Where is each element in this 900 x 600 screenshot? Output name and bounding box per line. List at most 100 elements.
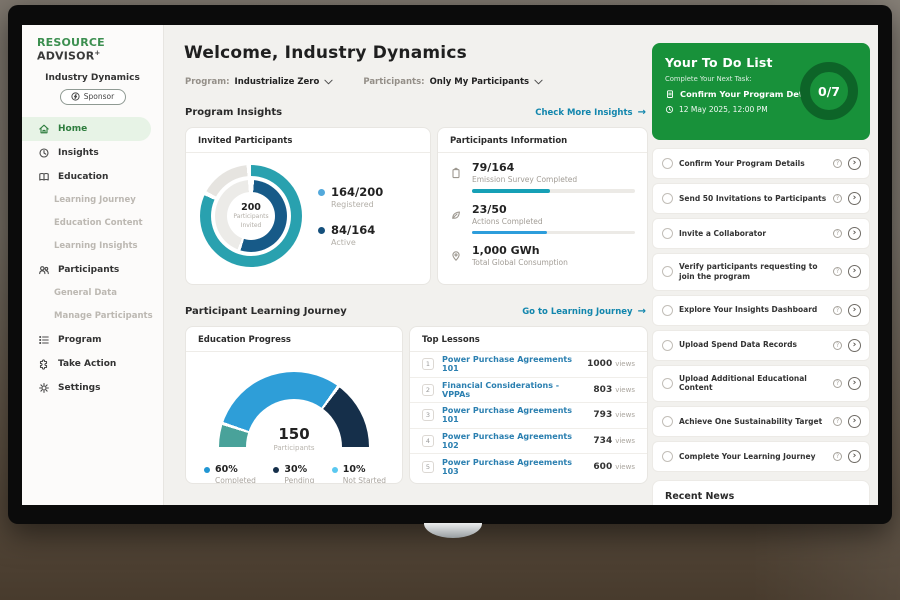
logo-resource: RESOURCE [37, 36, 105, 49]
todo-hero-card: Your To Do List Complete Your Next Task:… [652, 43, 870, 140]
top-lessons-title: Top Lessons [410, 327, 647, 352]
task-row-achieve-target[interactable]: Achieve One Sustainability Target [652, 406, 870, 437]
task-label[interactable]: Invite a Collaborator [679, 229, 827, 239]
home-icon [38, 123, 50, 135]
sidebar-item-settings[interactable]: Settings [22, 376, 163, 400]
sponsor-badge[interactable]: Sponsor [60, 89, 126, 105]
sidebar-item-insights[interactable]: Insights [22, 141, 163, 165]
chevron-right-circle-icon[interactable] [848, 415, 861, 428]
invited-legend: 164/200 Registered 84/164 Active [318, 185, 383, 247]
chevron-right-circle-icon[interactable] [848, 450, 861, 463]
legend-active: 84/164 Active [318, 223, 383, 247]
sidebar-item-learning-journey[interactable]: Learning Journey [22, 189, 163, 212]
task-label[interactable]: Send 50 Invitations to Participants [679, 194, 827, 204]
task-checkbox[interactable] [662, 266, 673, 277]
program-filter[interactable]: Program: Industrialize Zero [185, 77, 333, 87]
task-label[interactable]: Achieve One Sustainability Target [679, 417, 827, 427]
task-label[interactable]: Upload Additional Educational Content [679, 374, 827, 394]
chevron-right-circle-icon[interactable] [848, 227, 861, 240]
task-checkbox[interactable] [662, 378, 673, 389]
chevron-right-circle-icon[interactable] [848, 157, 861, 170]
lesson-row: 3 Power Purchase Agreements 101 793views [410, 403, 647, 429]
sidebar-item-label: Education [58, 172, 108, 182]
help-icon[interactable] [833, 452, 842, 461]
sidebar-item-take-action[interactable]: Take Action [22, 352, 163, 376]
leaf-icon [450, 203, 463, 235]
task-label[interactable]: Confirm Your Program Details [679, 159, 827, 169]
go-to-learning-journey-link[interactable]: Go to Learning Journey→ [522, 306, 646, 317]
sidebar-item-home[interactable]: Home [22, 117, 151, 141]
stat-body: 1,000 GWh Total Global Consumption [472, 244, 635, 267]
chevron-right-circle-icon[interactable] [848, 192, 861, 205]
completed-label: Completed [215, 476, 256, 484]
help-icon[interactable] [833, 159, 842, 168]
task-row-complete-learning-journey[interactable]: Complete Your Learning Journey [652, 441, 870, 472]
lesson-link[interactable]: Power Purchase Agreements 101 [442, 406, 585, 424]
invited-center-label1: Participants [233, 213, 268, 221]
help-icon[interactable] [833, 417, 842, 426]
help-icon[interactable] [833, 229, 842, 238]
pending-dot [273, 467, 279, 473]
legend-registered: 164/200 Registered [318, 185, 383, 209]
participants-filter[interactable]: Participants: Only My Participants [363, 77, 543, 87]
task-checkbox[interactable] [662, 451, 673, 462]
task-row-send-invitations[interactable]: Send 50 Invitations to Participants [652, 183, 870, 214]
task-checkbox[interactable] [662, 193, 673, 204]
education-progress-gauge: 150 Participants [214, 368, 374, 452]
help-icon[interactable] [833, 194, 842, 203]
task-row-invite-collaborator[interactable]: Invite a Collaborator [652, 218, 870, 249]
task-row-explore-insights[interactable]: Explore Your Insights Dashboard [652, 295, 870, 326]
actions-progress-fill [472, 231, 547, 235]
recent-news-title: Recent News [653, 481, 869, 505]
registered-dot [318, 189, 325, 196]
task-label[interactable]: Upload Spend Data Records [679, 340, 827, 350]
sidebar-item-label: Insights [58, 148, 99, 158]
task-checkbox[interactable] [662, 305, 673, 316]
task-label[interactable]: Verify participants requesting to join t… [679, 262, 827, 282]
invited-participants-card: Invited Participants 200 Participants In… [185, 127, 431, 285]
sidebar-item-participants[interactable]: Participants [22, 258, 163, 282]
task-row-confirm-program[interactable]: Confirm Your Program Details [652, 148, 870, 179]
todo-task-list: Confirm Your Program Details Send 50 Inv… [652, 148, 870, 500]
help-icon[interactable] [833, 341, 842, 350]
sidebar-item-manage-participants[interactable]: Manage Participants [22, 305, 163, 328]
task-row-upload-spend-data[interactable]: Upload Spend Data Records [652, 330, 870, 361]
chevron-down-icon [324, 79, 333, 85]
help-icon[interactable] [833, 267, 842, 276]
task-checkbox[interactable] [662, 416, 673, 427]
lesson-link[interactable]: Power Purchase Agreements 101 [442, 355, 579, 373]
task-checkbox[interactable] [662, 228, 673, 239]
not-started-label: Not Started [343, 476, 386, 484]
chevron-right-circle-icon[interactable] [848, 265, 861, 278]
monitor-stand [424, 523, 482, 538]
task-row-verify-participants[interactable]: Verify participants requesting to join t… [652, 253, 870, 291]
lesson-link[interactable]: Power Purchase Agreements 103 [442, 458, 585, 476]
sidebar-item-education[interactable]: Education [22, 165, 163, 189]
participants-information-card: Participants Information 79/164 Emission… [437, 127, 648, 285]
lesson-rank: 5 [422, 461, 434, 473]
education-progress-card: Education Progress 150 Participants 60% … [185, 326, 403, 484]
help-icon[interactable] [833, 379, 842, 388]
task-row-upload-educational-content[interactable]: Upload Additional Educational Content [652, 365, 870, 403]
insights-icon [38, 147, 50, 159]
lesson-link[interactable]: Financial Considerations - VPPAs [442, 381, 585, 399]
task-label[interactable]: Complete Your Learning Journey [679, 452, 827, 462]
emission-survey-label: Emission Survey Completed [472, 175, 635, 184]
emission-survey-progress-track [472, 189, 635, 193]
app-logo[interactable]: RESOURCE ADVISOR+ [22, 25, 163, 63]
sidebar-item-education-content[interactable]: Education Content [22, 212, 163, 235]
help-icon[interactable] [833, 306, 842, 315]
task-checkbox[interactable] [662, 158, 673, 169]
chevron-right-circle-icon[interactable] [848, 377, 861, 390]
todo-next-task-label: Confirm Your Program Details [680, 89, 819, 99]
task-label[interactable]: Explore Your Insights Dashboard [679, 305, 827, 315]
lesson-link[interactable]: Power Purchase Agreements 102 [442, 432, 585, 450]
sidebar-item-general-data[interactable]: General Data [22, 282, 163, 305]
task-checkbox[interactable] [662, 340, 673, 351]
chevron-right-circle-icon[interactable] [848, 339, 861, 352]
check-more-insights-link[interactable]: Check More Insights→ [535, 107, 646, 118]
sidebar-item-learning-insights[interactable]: Learning Insights [22, 235, 163, 258]
sidebar-item-program[interactable]: Program [22, 328, 163, 352]
gauge-participants-count: 150 [214, 425, 374, 443]
chevron-right-circle-icon[interactable] [848, 304, 861, 317]
